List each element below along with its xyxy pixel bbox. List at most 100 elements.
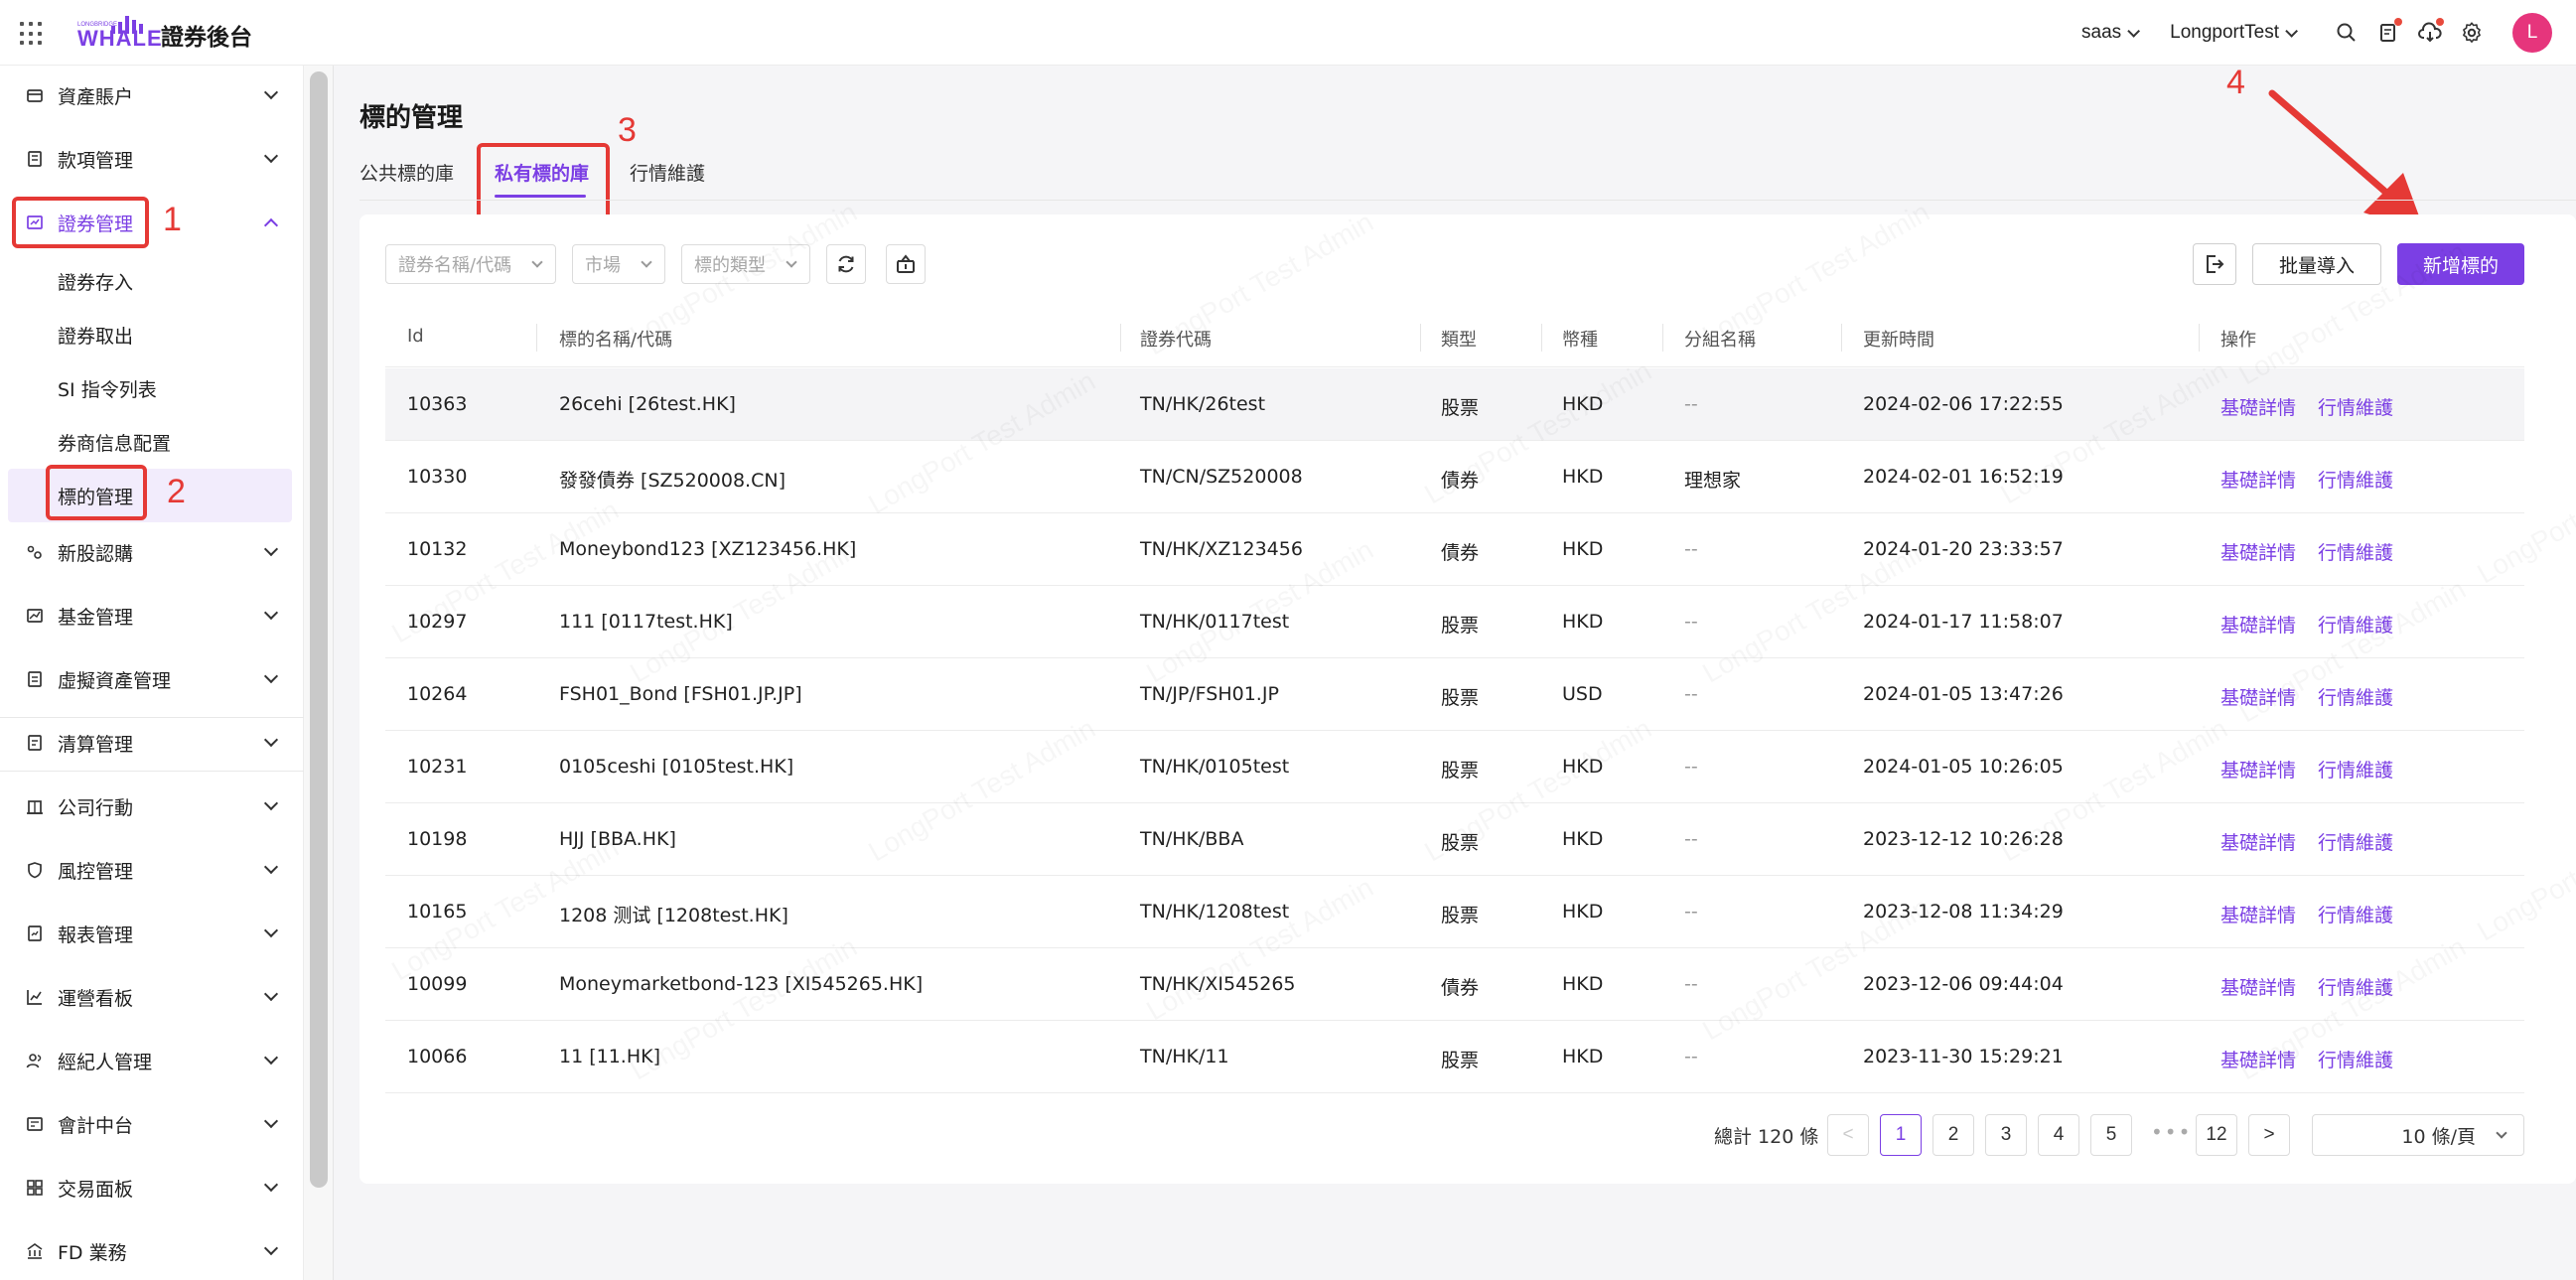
basic-details-link[interactable]: 基礎詳情 [2220, 611, 2296, 638]
refresh-button[interactable] [826, 244, 866, 284]
quote-maintenance-link[interactable]: 行情維護 [2318, 828, 2393, 855]
cloud-download-icon[interactable] [2417, 18, 2444, 46]
basic-details-link[interactable]: 基礎詳情 [2220, 1046, 2296, 1072]
basic-details-link[interactable]: 基礎詳情 [2220, 466, 2296, 493]
sidebar-item-12[interactable]: 會計中台 [0, 1092, 304, 1156]
sidebar-item-11[interactable]: 經紀人管理 [0, 1029, 304, 1092]
quote-maintenance-link[interactable]: 行情維護 [2318, 756, 2393, 782]
page-size-select[interactable]: 10 條/頁 [2312, 1114, 2524, 1156]
quote-maintenance-link[interactable]: 行情維護 [2318, 901, 2393, 927]
sidebar-item-6[interactable]: 清算管理 [0, 711, 304, 775]
sidebar-item-14[interactable]: FD 業務 [0, 1219, 304, 1280]
page-button-4[interactable]: 4 [2038, 1114, 2079, 1156]
sidebar-item-1[interactable]: 款項管理 [0, 127, 304, 191]
export-button[interactable] [2193, 243, 2236, 285]
fund-icon [26, 607, 44, 625]
chevron-down-icon [263, 1177, 279, 1193]
sidebar-item-13[interactable]: 交易面板 [0, 1156, 304, 1219]
basic-details-link[interactable]: 基礎詳情 [2220, 901, 2296, 927]
basic-details-link[interactable]: 基礎詳情 [2220, 393, 2296, 420]
chevron-down-icon [2285, 24, 2298, 38]
tenant-dropdown[interactable]: saas [2081, 22, 2141, 44]
basic-details-link[interactable]: 基礎詳情 [2220, 828, 2296, 855]
sidebar-subitem-0[interactable]: 證券存入 [0, 254, 304, 308]
security-name-filter[interactable]: 證券名稱/代碼 [385, 244, 556, 284]
sidebar-item-8[interactable]: 風控管理 [0, 838, 304, 902]
prev-page-button[interactable]: < [1827, 1114, 1869, 1156]
sidebar-subitem-3[interactable]: 券商信息配置 [0, 415, 304, 469]
cell-updated: 2024-01-05 10:26:05 [1863, 756, 2064, 778]
sidebar-scrollbar[interactable] [310, 71, 328, 1188]
quote-maintenance-link[interactable]: 行情維護 [2318, 611, 2393, 638]
cell-type: 債券 [1441, 977, 1480, 999]
basic-details-link[interactable]: 基礎詳情 [2220, 683, 2296, 710]
table-row[interactable]: 10231 0105ceshi [0105test.HK] TN/HK/0105te… [385, 731, 2524, 803]
table-row[interactable]: 10099 Moneymarketbond-123 [XI545265.HK] TN… [385, 948, 2524, 1021]
app-grid-icon[interactable] [20, 22, 44, 46]
sidebar-subitem-1[interactable]: 證券取出 [0, 308, 304, 361]
sidebar-item-0[interactable]: 資產賬户 [0, 64, 304, 127]
column-header-type: 類型 [1441, 330, 1477, 351]
table-row[interactable]: 10132 Moneybond123 [XZ123456.HK] TN/HK/XZ1… [385, 513, 2524, 586]
page-button-last[interactable]: 12 [2196, 1114, 2237, 1156]
pagination-ellipsis[interactable]: ••• [2151, 1120, 2192, 1144]
chevron-down-icon [641, 256, 652, 268]
batch-import-button[interactable]: 批量導入 [2252, 243, 2381, 285]
notification-dot [2436, 18, 2444, 26]
table-row[interactable]: 10297 111 [0117test.HK] TN/HK/0117test 股票 HK… [385, 586, 2524, 658]
settings-icon[interactable] [2459, 20, 2485, 46]
quote-maintenance-link[interactable]: 行情維護 [2318, 466, 2393, 493]
cell-group: -- [1684, 973, 1698, 995]
sidebar-item-7[interactable]: 公司行動 [0, 775, 304, 838]
sidebar-item-10[interactable]: 運營看板 [0, 965, 304, 1029]
chevron-up-icon [263, 217, 279, 233]
bill-icon[interactable] [2375, 18, 2402, 46]
cell-id: 10132 [407, 538, 468, 560]
sidebar-subitem-2[interactable]: SI 指令列表 [0, 361, 304, 415]
sidebar-item-label: 虛擬資產管理 [58, 669, 172, 692]
document-icon [26, 150, 44, 168]
cell-currency: HKD [1562, 973, 1604, 995]
page-button-2[interactable]: 2 [1932, 1114, 1974, 1156]
search-icon[interactable] [2334, 20, 2360, 46]
quote-maintenance-link[interactable]: 行情維護 [2318, 683, 2393, 710]
quote-maintenance-link[interactable]: 行情維護 [2318, 1046, 2393, 1072]
sidebar-item-label: 基金管理 [58, 606, 134, 629]
table-row[interactable]: 10330 發發債券 [SZ520008.CN] TN/CN/SZ520008 債券 H… [385, 441, 2524, 513]
table-row[interactable]: 10198 HJJ [BBA.HK] TN/HK/BBA 股票 HKD -- 2023-12… [385, 803, 2524, 876]
table-row[interactable]: 10066 11 [11.HK] TN/HK/11 股票 HKD -- 2023-11-30… [385, 1021, 2524, 1093]
market-filter[interactable]: 市場 [572, 244, 665, 284]
page-button-1[interactable]: 1 [1880, 1114, 1922, 1156]
next-page-button[interactable]: > [2248, 1114, 2290, 1156]
clear-filter-button[interactable] [886, 244, 926, 284]
tab-private-library[interactable]: 私有標的庫 [495, 159, 589, 186]
cell-code: TN/HK/26test [1140, 393, 1266, 415]
add-security-button[interactable]: 新增標的 [2397, 243, 2524, 285]
quote-maintenance-link[interactable]: 行情維護 [2318, 538, 2393, 565]
user-dropdown[interactable]: LongportTest [2170, 22, 2298, 44]
tab-quote-maintenance[interactable]: 行情維護 [630, 159, 705, 186]
page-button-5[interactable]: 5 [2090, 1114, 2132, 1156]
quote-maintenance-link[interactable]: 行情維護 [2318, 393, 2393, 420]
wallet-icon [26, 86, 44, 104]
type-filter[interactable]: 標的類型 [681, 244, 810, 284]
table-row[interactable]: 10363 26cehi [26test.HK] TN/HK/26test 股票 HKD… [385, 368, 2524, 441]
tab-public-library[interactable]: 公共標的庫 [359, 159, 454, 186]
sidebar-item-9[interactable]: 報表管理 [0, 902, 304, 965]
cell-id: 10264 [407, 683, 468, 705]
sidebar-item-5[interactable]: 虛擬資產管理 [0, 647, 304, 711]
sidebar-item-label: 風控管理 [58, 860, 134, 883]
page-button-3[interactable]: 3 [1985, 1114, 2027, 1156]
table-row[interactable]: 10165 1208 测试 [1208test.HK] TN/HK/1208test… [385, 876, 2524, 948]
quote-maintenance-link[interactable]: 行情維護 [2318, 973, 2393, 1000]
annotation-number-4: 4 [2226, 64, 2245, 101]
table-row[interactable]: 10264 FSH01_Bond [FSH01.JP.JP] TN/JP/FSH01… [385, 658, 2524, 731]
logo[interactable]: LONGBRIDGE WHALE [77, 16, 163, 52]
basic-details-link[interactable]: 基礎詳情 [2220, 538, 2296, 565]
avatar[interactable]: L [2512, 13, 2552, 53]
sidebar-item-4[interactable]: 基金管理 [0, 584, 304, 647]
basic-details-link[interactable]: 基礎詳情 [2220, 756, 2296, 782]
basic-details-link[interactable]: 基礎詳情 [2220, 973, 2296, 1000]
sidebar-item-3[interactable]: 新股認購 [0, 520, 304, 584]
column-header-name: 標的名稱/代碼 [559, 330, 673, 351]
